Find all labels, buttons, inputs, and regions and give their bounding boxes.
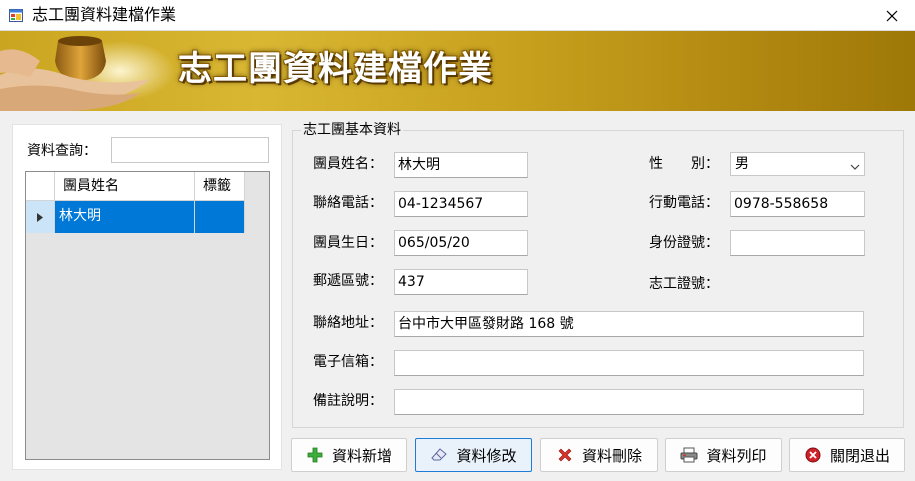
gender-value: 男 bbox=[735, 156, 749, 172]
print-record-button[interactable]: 資料列印 bbox=[665, 438, 782, 472]
tel-field[interactable]: 04-1234567 bbox=[394, 191, 528, 217]
column-header-tag[interactable]: 標籤 bbox=[195, 172, 245, 201]
zip-label: 郵遞區號： bbox=[313, 273, 383, 289]
address-label: 聯絡地址： bbox=[313, 315, 383, 331]
member-list-panel: 資料查詢： 團員姓名 標籤 林大明 bbox=[12, 124, 282, 470]
row-header[interactable] bbox=[26, 201, 55, 233]
mobile-field[interactable]: 0978-558658 bbox=[730, 191, 865, 217]
zip-field[interactable]: 437 bbox=[394, 269, 528, 295]
search-input[interactable] bbox=[111, 137, 269, 163]
email-field[interactable] bbox=[394, 350, 864, 376]
note-label: 備註說明： bbox=[313, 393, 383, 409]
banner-title: 志工團資料建檔作業 bbox=[178, 49, 493, 89]
close-icon bbox=[886, 10, 898, 21]
volunteer-id-label: 志工證號： bbox=[649, 276, 719, 292]
app-icon bbox=[9, 9, 23, 22]
printer-icon bbox=[680, 446, 698, 464]
window-title: 志工團資料建檔作業 bbox=[32, 5, 177, 24]
mobile-label: 行動電話： bbox=[649, 195, 719, 211]
close-exit-label: 關閉退出 bbox=[829, 446, 890, 465]
birthday-field[interactable]: 065/05/20 bbox=[394, 230, 528, 256]
member-grid[interactable]: 團員姓名 標籤 林大明 bbox=[25, 171, 270, 460]
id-number-field[interactable] bbox=[730, 230, 865, 256]
column-header-name[interactable]: 團員姓名 bbox=[55, 172, 195, 201]
gender-label: 性 別： bbox=[649, 156, 719, 172]
tel-label: 聯絡電話： bbox=[313, 195, 383, 211]
plus-icon bbox=[306, 446, 324, 464]
cell-member-name[interactable]: 林大明 bbox=[55, 201, 195, 233]
delete-record-button[interactable]: 資料刪除 bbox=[540, 438, 658, 472]
gender-select[interactable]: 男 bbox=[730, 152, 865, 176]
red-x-icon bbox=[556, 446, 574, 464]
edit-record-button[interactable]: 資料修改 bbox=[415, 438, 532, 472]
header-banner: 志工團資料建檔作業 bbox=[0, 31, 915, 111]
banner-hands-pot-image bbox=[0, 36, 175, 111]
close-exit-button[interactable]: 關閉退出 bbox=[789, 438, 905, 472]
email-label: 電子信箱： bbox=[313, 354, 383, 370]
group-title: 志工團基本資料 bbox=[301, 122, 403, 138]
search-label: 資料查詢： bbox=[27, 143, 97, 159]
chevron-down-icon bbox=[850, 157, 860, 179]
name-field[interactable]: 林大明 bbox=[394, 152, 528, 178]
name-label: 團員姓名： bbox=[313, 156, 383, 172]
cell-member-tag[interactable] bbox=[195, 201, 245, 233]
eraser-icon bbox=[430, 446, 448, 464]
title-bar: 志工團資料建檔作業 bbox=[0, 0, 915, 31]
close-circle-icon bbox=[804, 446, 822, 464]
grid-corner-header bbox=[26, 172, 55, 201]
add-record-button[interactable]: 資料新增 bbox=[291, 438, 407, 472]
id-number-label: 身份證號： bbox=[649, 235, 719, 251]
birthday-label: 團員生日： bbox=[313, 235, 383, 251]
current-row-arrow-icon bbox=[37, 212, 43, 222]
close-window-button[interactable] bbox=[869, 0, 915, 31]
address-field[interactable]: 台中市大甲區發財路 168 號 bbox=[394, 311, 864, 337]
print-record-label: 資料列印 bbox=[706, 446, 767, 465]
edit-record-label: 資料修改 bbox=[456, 446, 517, 465]
add-record-label: 資料新增 bbox=[331, 446, 392, 465]
delete-record-label: 資料刪除 bbox=[581, 446, 642, 465]
note-field[interactable] bbox=[394, 389, 864, 415]
